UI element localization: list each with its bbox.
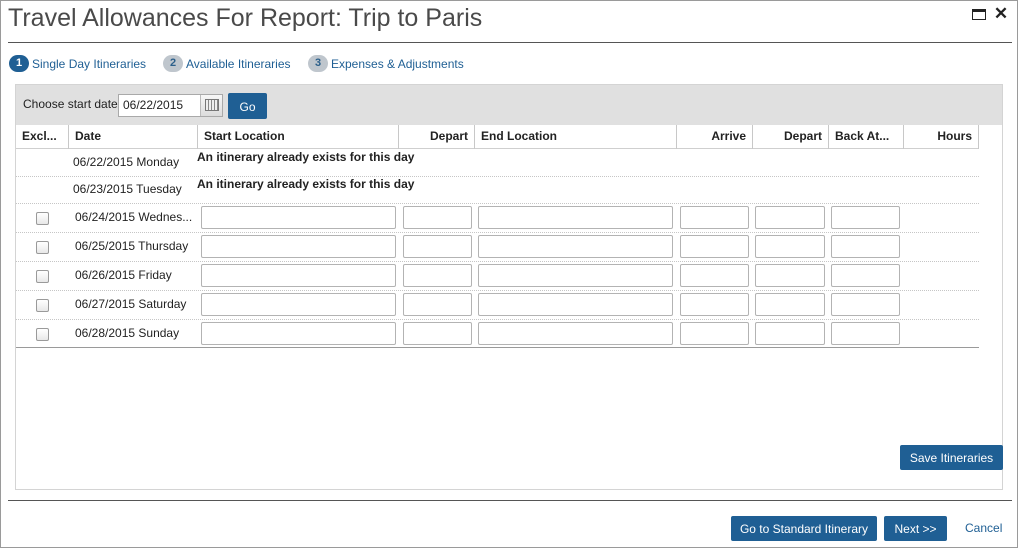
- end-location-field[interactable]: [478, 293, 673, 316]
- depart-return-field[interactable]: [755, 235, 825, 258]
- dialog-window: Travel Allowances For Report: Trip to Pa…: [0, 0, 1018, 548]
- go-to-standard-itinerary-button[interactable]: Go to Standard Itinerary: [731, 516, 877, 541]
- end-location-field[interactable]: [478, 206, 673, 229]
- start-date-bar: Choose start date 06/22/2015 Go: [16, 85, 1002, 125]
- step-expenses-adjustments[interactable]: 3 Expenses & Adjustments: [308, 55, 464, 73]
- table-bottom-rule: [16, 347, 979, 348]
- step-label: Available Itineraries: [186, 56, 291, 71]
- depart-field[interactable]: [403, 322, 472, 345]
- dialog-title: Travel Allowances For Report: Trip to Pa…: [8, 4, 483, 32]
- depart-return-field[interactable]: [755, 322, 825, 345]
- itinerary-panel: Choose start date 06/22/2015 Go Excl... …: [15, 84, 1003, 490]
- col-back-at[interactable]: Back At...: [829, 125, 904, 149]
- step-number: 3: [308, 55, 328, 72]
- back-at-field[interactable]: [831, 322, 900, 345]
- start-location-field[interactable]: [201, 206, 396, 229]
- next-button[interactable]: Next >>: [884, 516, 947, 541]
- row-date: 06/23/2015 Tuesday: [73, 182, 182, 196]
- depart-return-field[interactable]: [755, 206, 825, 229]
- row-message: An itinerary already exists for this day: [197, 177, 415, 191]
- end-location-field[interactable]: [478, 264, 673, 287]
- table-row: 06/23/2015 Tuesday An itinerary already …: [16, 177, 979, 204]
- cancel-link[interactable]: Cancel: [965, 521, 1002, 535]
- table-row: 06/26/2015 Friday: [16, 262, 979, 291]
- exclude-checkbox[interactable]: [36, 328, 49, 341]
- depart-return-field[interactable]: [755, 293, 825, 316]
- depart-return-field[interactable]: [755, 264, 825, 287]
- start-location-field[interactable]: [201, 264, 396, 287]
- step-single-day-itineraries[interactable]: 1 Single Day Itineraries: [9, 55, 146, 73]
- col-end-location[interactable]: End Location: [475, 125, 677, 149]
- save-itineraries-button[interactable]: Save Itineraries: [900, 445, 1003, 470]
- col-depart[interactable]: Depart: [399, 125, 475, 149]
- col-exclude[interactable]: Excl...: [16, 125, 69, 149]
- col-hours[interactable]: Hours: [904, 125, 979, 149]
- arrive-field[interactable]: [680, 293, 749, 316]
- start-location-field[interactable]: [201, 322, 396, 345]
- table-header: Excl... Date Start Location Depart End L…: [16, 125, 979, 149]
- end-location-field[interactable]: [478, 322, 673, 345]
- row-date: 06/26/2015 Friday: [75, 268, 172, 282]
- depart-field[interactable]: [403, 235, 472, 258]
- step-label: Expenses & Adjustments: [331, 56, 464, 71]
- depart-field[interactable]: [403, 293, 472, 316]
- step-number: 1: [9, 55, 29, 72]
- back-at-field[interactable]: [831, 264, 900, 287]
- close-icon[interactable]: ✕: [993, 5, 1009, 23]
- exclude-checkbox[interactable]: [36, 212, 49, 225]
- step-label: Single Day Itineraries: [32, 56, 147, 71]
- footer-divider: [8, 500, 1012, 501]
- arrive-field[interactable]: [680, 322, 749, 345]
- table-row: 06/27/2015 Saturday: [16, 291, 979, 320]
- exclude-checkbox[interactable]: [36, 241, 49, 254]
- table-row: 06/22/2015 Monday An itinerary already e…: [16, 150, 979, 177]
- row-date: 06/25/2015 Thursday: [75, 239, 189, 253]
- title-divider: [8, 42, 1012, 43]
- row-date: 06/28/2015 Sunday: [75, 326, 180, 340]
- table-row: 06/24/2015 Wednes...: [16, 204, 979, 233]
- col-depart-return[interactable]: Depart: [753, 125, 829, 149]
- row-date: 06/27/2015 Saturday: [75, 297, 187, 311]
- step-number: 2: [163, 55, 183, 72]
- calendar-icon[interactable]: [200, 95, 222, 116]
- start-location-field[interactable]: [201, 293, 396, 316]
- table-row: 06/25/2015 Thursday: [16, 233, 979, 262]
- col-date[interactable]: Date: [69, 125, 198, 149]
- col-arrive[interactable]: Arrive: [677, 125, 753, 149]
- depart-field[interactable]: [403, 264, 472, 287]
- arrive-field[interactable]: [680, 235, 749, 258]
- arrive-field[interactable]: [680, 206, 749, 229]
- row-date: 06/22/2015 Monday: [73, 155, 180, 169]
- row-date: 06/24/2015 Wednes...: [75, 210, 193, 224]
- end-location-field[interactable]: [478, 235, 673, 258]
- row-message: An itinerary already exists for this day: [197, 150, 415, 164]
- go-button[interactable]: Go: [228, 93, 267, 119]
- exclude-checkbox[interactable]: [36, 270, 49, 283]
- depart-field[interactable]: [403, 206, 472, 229]
- start-date-label: Choose start date: [23, 97, 118, 111]
- arrive-field[interactable]: [680, 264, 749, 287]
- step-available-itineraries[interactable]: 2 Available Itineraries: [163, 55, 291, 73]
- back-at-field[interactable]: [831, 235, 900, 258]
- maximize-icon[interactable]: [971, 7, 987, 23]
- back-at-field[interactable]: [831, 206, 900, 229]
- start-location-field[interactable]: [201, 235, 396, 258]
- table-row: 06/28/2015 Sunday: [16, 320, 979, 347]
- col-start-location[interactable]: Start Location: [198, 125, 399, 149]
- back-at-field[interactable]: [831, 293, 900, 316]
- exclude-checkbox[interactable]: [36, 299, 49, 312]
